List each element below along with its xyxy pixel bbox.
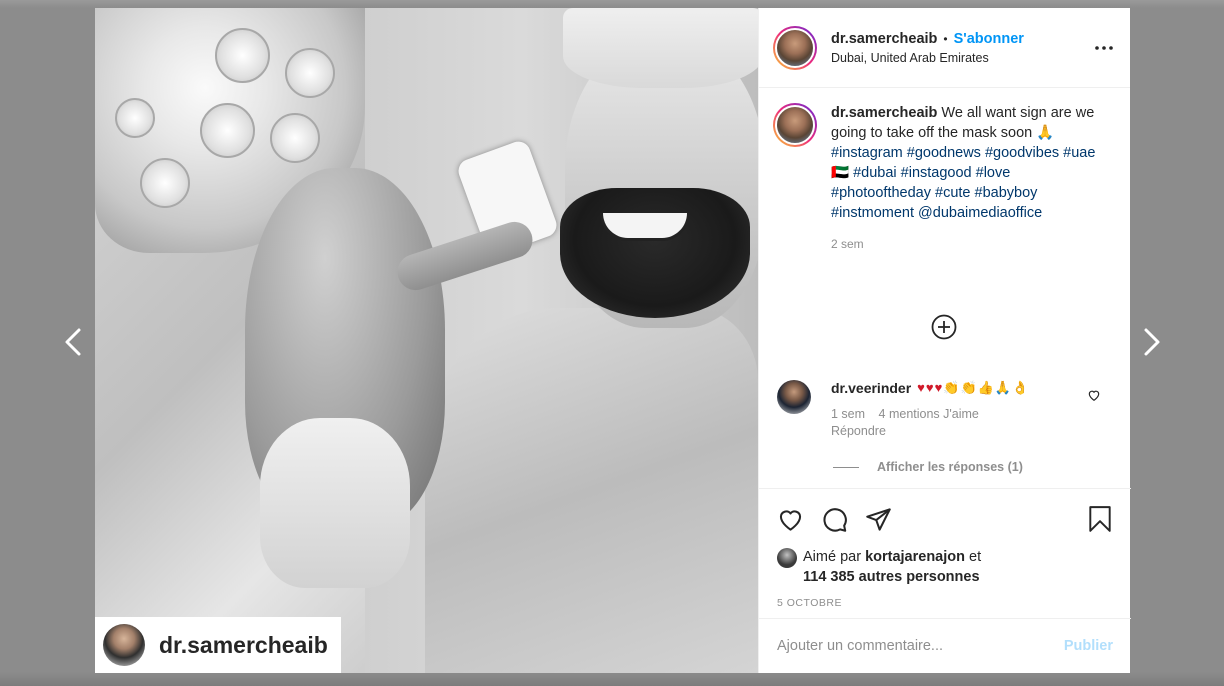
paper-plane-icon (865, 507, 891, 531)
comment-bubble-icon (822, 507, 847, 532)
commenter-username[interactable]: dr.veerinder (831, 380, 911, 396)
action-bar (759, 489, 1131, 537)
post-comment-button[interactable]: Publier (1064, 638, 1113, 654)
comments-area: dr.samercheaib We all want sign are we go… (759, 89, 1131, 489)
heart-icon (779, 510, 801, 531)
view-replies-label: Afficher les réponses (1) (877, 460, 1023, 474)
reply-button[interactable]: Répondre (831, 424, 1117, 438)
lamp-bulb (285, 48, 335, 98)
liker-avatar[interactable] (777, 548, 797, 568)
post-location[interactable]: Dubai, United Arab Emirates (831, 51, 1092, 65)
actions-section: Aimé par kortajarenajon et 114 385 autre… (759, 488, 1131, 609)
surgical-cap (563, 8, 758, 88)
likes-summary: Aimé par kortajarenajon et 114 385 autre… (759, 537, 1131, 587)
comment-item: dr.veerinder ♥♥♥👏👏👍🙏👌 1 sem 4 mentions J… (777, 380, 1117, 438)
gloved-hands (260, 418, 410, 588)
caption: dr.samercheaib We all want sign are we go… (773, 103, 1117, 251)
lamp-bulb (115, 98, 155, 138)
author-username[interactable]: dr.samercheaib (831, 31, 937, 47)
post-sidebar: dr.samercheaib • S'abonner Dubai, United… (758, 8, 1131, 673)
photo-credit-badge: dr.samercheaib (95, 617, 341, 673)
likes-others[interactable]: 114 385 autres personnes (803, 569, 980, 585)
heart-icon (1088, 390, 1100, 401)
previous-post-button[interactable] (58, 322, 88, 362)
doctor-gown (425, 308, 758, 673)
backdrop-bottom (0, 672, 1224, 686)
separator-dot: • (943, 31, 948, 46)
more-horizontal-icon (1095, 45, 1113, 50)
save-button[interactable] (1085, 504, 1115, 534)
add-comment-form: Publier (759, 618, 1131, 673)
backdrop-top (0, 0, 1224, 8)
comment-likes[interactable]: 4 mentions J'aime (879, 407, 979, 421)
comment-input[interactable] (777, 638, 1064, 654)
plus-circle-icon (931, 314, 957, 340)
post-header: dr.samercheaib • S'abonner Dubai, United… (759, 8, 1130, 88)
post-modal: dr.samercheaib dr.samercheaib • S'abonne… (95, 8, 1131, 673)
liker-username[interactable]: kortajarenajon (865, 549, 965, 565)
bookmark-icon (1089, 506, 1111, 532)
author-avatar[interactable] (773, 25, 817, 70)
caption-time[interactable]: 2 sem (831, 237, 1106, 251)
likes-connector: et (969, 549, 982, 565)
doctor-smile (600, 213, 690, 241)
lamp-bulb (215, 28, 270, 83)
comment-text: ♥♥♥👏👏👍🙏👌 (917, 380, 1030, 395)
caption-username[interactable]: dr.samercheaib (831, 105, 937, 121)
more-options-button[interactable] (1092, 36, 1116, 60)
replies-divider (833, 466, 859, 468)
lamp-bulb (140, 158, 190, 208)
like-button[interactable] (775, 504, 805, 534)
follow-button[interactable]: S'abonner (954, 31, 1024, 47)
likes-text: Aimé par kortajarenajon et 114 385 autre… (803, 547, 981, 587)
caption-mention[interactable]: @dubaimediaoffice (918, 205, 1042, 221)
load-more-comments-button[interactable] (930, 313, 958, 341)
next-post-button[interactable] (1137, 322, 1167, 362)
lamp-bulb (270, 113, 320, 163)
likes-prefix: Aimé par (803, 549, 862, 565)
post-date[interactable]: 5 OCTOBRE (759, 587, 1131, 609)
credit-username: dr.samercheaib (159, 631, 328, 658)
lamp-bulb (200, 103, 255, 158)
comment-button[interactable] (819, 504, 849, 534)
chevron-left-icon (65, 328, 81, 356)
caption-text: dr.samercheaib We all want sign are we go… (831, 103, 1106, 223)
credit-avatar (103, 624, 145, 666)
view-replies-button[interactable]: Afficher les réponses (1) (833, 460, 1023, 474)
commenter-avatar[interactable] (777, 380, 811, 414)
post-photo[interactable]: dr.samercheaib (95, 8, 758, 673)
comment-time[interactable]: 1 sem (831, 407, 865, 421)
doctor-beard (560, 188, 750, 318)
share-button[interactable] (863, 504, 893, 534)
caption-avatar[interactable] (773, 103, 817, 147)
chevron-right-icon (1144, 328, 1160, 356)
comment-like-button[interactable] (1087, 388, 1103, 404)
